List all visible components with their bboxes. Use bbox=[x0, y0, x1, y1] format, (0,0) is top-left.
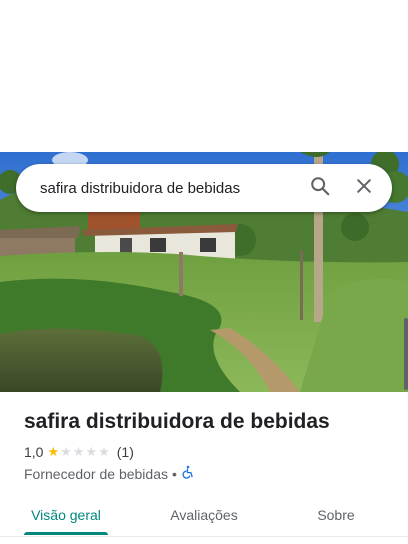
star-icon-filled: ★ bbox=[47, 444, 60, 459]
tab-reviews[interactable]: Avaliações bbox=[158, 495, 250, 535]
place-category[interactable]: Fornecedor de bebidas bbox=[24, 466, 168, 482]
separator-dot: • bbox=[172, 465, 177, 482]
search-input[interactable] bbox=[16, 164, 300, 212]
place-info-panel: safira distribuidora de bebidas 1,0 ★ ★ … bbox=[0, 392, 408, 544]
tab-label: Visão geral bbox=[31, 507, 101, 523]
close-icon bbox=[354, 176, 374, 201]
star-icon-empty: ★ bbox=[85, 444, 98, 459]
clear-search-button[interactable] bbox=[344, 168, 384, 208]
star-icon-empty: ★ bbox=[72, 444, 85, 459]
tab-label: Avaliações bbox=[170, 507, 238, 523]
star-icon-empty: ★ bbox=[60, 444, 72, 459]
rating-value: 1,0 bbox=[24, 444, 44, 460]
active-tab-indicator bbox=[24, 532, 108, 535]
tab-about[interactable]: Sobre bbox=[304, 495, 368, 535]
search-icon bbox=[309, 175, 331, 202]
tab-overview[interactable]: Visão geral bbox=[24, 495, 108, 535]
tab-label: Sobre bbox=[317, 507, 355, 523]
scrollbar[interactable] bbox=[404, 318, 408, 390]
category-row: Fornecedor de bebidas • bbox=[24, 465, 195, 482]
wheelchair-icon bbox=[181, 465, 195, 482]
place-title: safira distribuidora de bebidas bbox=[24, 410, 330, 433]
star-rating: ★ ★ ★ ★ ★ bbox=[47, 445, 110, 459]
tabs-divider bbox=[0, 536, 408, 537]
rating-row[interactable]: 1,0 ★ ★ ★ ★ ★ (1) bbox=[24, 444, 134, 460]
review-count[interactable]: (1) bbox=[117, 444, 134, 460]
map-blank-area bbox=[0, 0, 408, 152]
search-button[interactable] bbox=[300, 168, 340, 208]
place-tabs: Visão geral Avaliações Sobre bbox=[0, 495, 408, 536]
search-box[interactable] bbox=[16, 164, 392, 212]
star-icon-empty: ★ bbox=[98, 444, 110, 459]
